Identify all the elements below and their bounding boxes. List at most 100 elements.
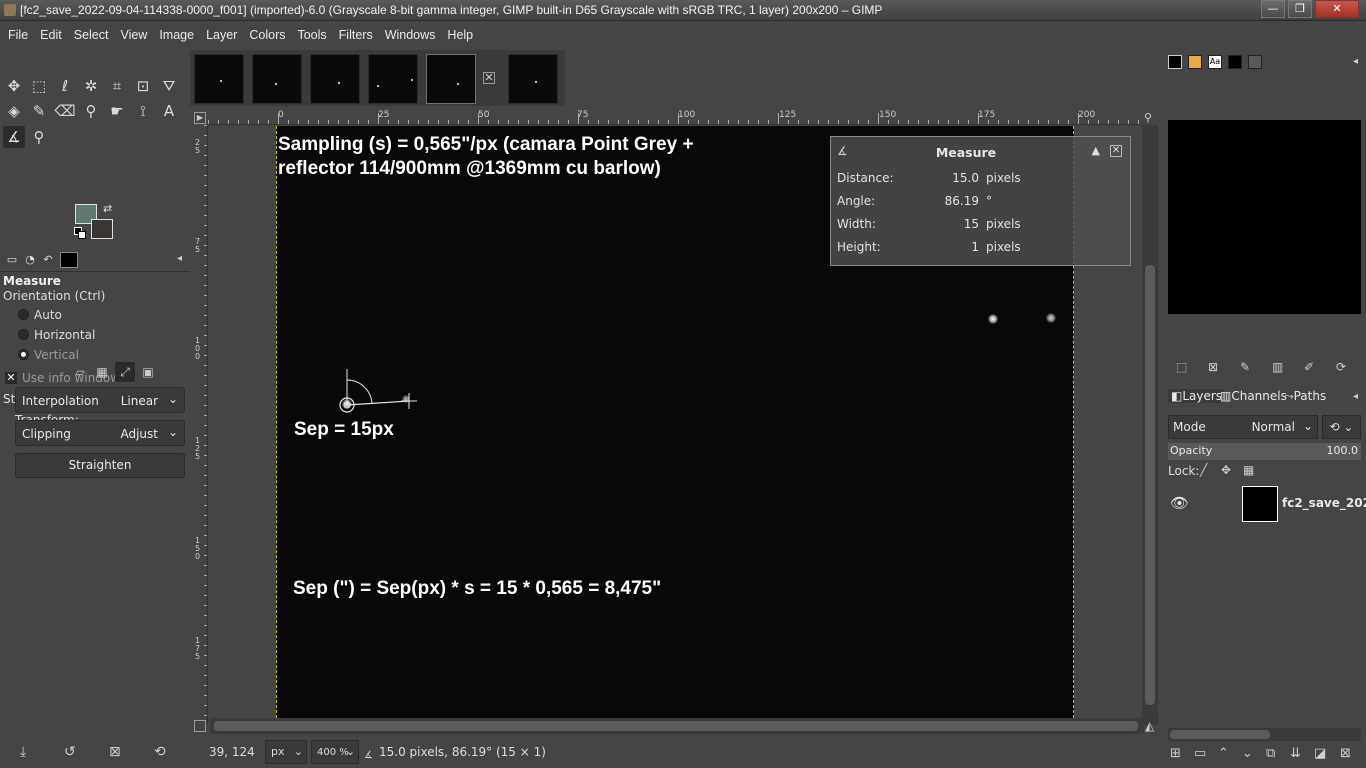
lock-pixels-icon[interactable]: ╱ bbox=[1200, 463, 1207, 477]
selection-icon[interactable]: ⬚ bbox=[1176, 360, 1187, 374]
fonts-tab-icon[interactable]: Aa bbox=[1208, 55, 1222, 69]
delete-layer-icon[interactable]: ⊠ bbox=[1340, 746, 1351, 761]
lock-position-icon[interactable]: ✥ bbox=[1221, 463, 1231, 477]
navigate-image-icon[interactable]: ◭ bbox=[1145, 719, 1154, 733]
patterns-tab-icon[interactable] bbox=[1188, 55, 1202, 69]
vertical-scrollbar[interactable] bbox=[1142, 125, 1158, 725]
new-layer-icon[interactable]: ⊞ bbox=[1170, 746, 1181, 761]
menu-filters[interactable]: Filters bbox=[333, 28, 379, 42]
orientation-auto-radio[interactable] bbox=[18, 309, 29, 320]
swap-colors-icon[interactable]: ⇄ bbox=[103, 202, 112, 215]
use-info-window-checkbox[interactable]: ✕ bbox=[5, 372, 17, 384]
layers-horizontal-scrollbar[interactable] bbox=[1168, 728, 1361, 741]
reset-colors-icon[interactable] bbox=[74, 227, 86, 239]
new-layer-group-icon[interactable]: ▭ bbox=[1194, 746, 1206, 761]
quick-mask-toggle-icon[interactable] bbox=[194, 720, 206, 732]
zoom-image-icon[interactable]: ⚲ bbox=[1144, 111, 1152, 124]
image-tab-thumbnail[interactable] bbox=[368, 54, 418, 104]
gradients-tab-icon[interactable] bbox=[1228, 55, 1242, 69]
vertical-scroll-thumb[interactable] bbox=[1145, 265, 1155, 705]
duplicate-layer-icon[interactable]: ⧉ bbox=[1266, 746, 1275, 761]
fuzzy-select-tool-icon[interactable]: ✲ bbox=[80, 75, 102, 97]
transform-path-icon[interactable]: ⤢ bbox=[115, 362, 135, 382]
clear-icon[interactable]: ⊠ bbox=[1208, 360, 1218, 374]
crop-tool-icon[interactable]: ⌗ bbox=[106, 75, 128, 97]
menu-image[interactable]: Image bbox=[153, 28, 200, 42]
quick-mask-icon[interactable]: ▶ bbox=[194, 112, 206, 124]
horizontal-scrollbar[interactable] bbox=[210, 718, 1144, 734]
menu-view[interactable]: View bbox=[114, 28, 153, 42]
opacity-slider[interactable]: Opacity 100.0 bbox=[1168, 443, 1361, 460]
paintbrush-tool-icon[interactable]: ✎ bbox=[28, 100, 50, 122]
zoom-select[interactable]: 400 % ⌄ bbox=[311, 740, 359, 764]
composite-mode-select[interactable]: ⟲ ⌄ bbox=[1322, 415, 1361, 439]
unit-select[interactable]: px ⌄ bbox=[265, 740, 307, 764]
lasso-tool-icon[interactable]: ℓ bbox=[54, 75, 76, 97]
rect-select-tool-icon[interactable]: ⬚ bbox=[28, 75, 50, 97]
menu-help[interactable]: Help bbox=[441, 28, 479, 42]
image-tab-thumbnail[interactable] bbox=[194, 54, 244, 104]
refresh-icon[interactable]: ⟳ bbox=[1336, 360, 1346, 374]
close-icon[interactable]: ✕ bbox=[1110, 145, 1122, 157]
palettes-tab-icon[interactable] bbox=[1248, 55, 1262, 69]
layer-mode-select[interactable]: Mode Normal ⌄ bbox=[1168, 415, 1318, 439]
lower-layer-icon[interactable]: ⌄ bbox=[1242, 746, 1253, 761]
maximize-button[interactable]: ❐ bbox=[1288, 0, 1312, 18]
smudge-tool-icon[interactable]: ☛ bbox=[106, 100, 128, 122]
zoom-tool-icon[interactable]: ⚲ bbox=[28, 126, 50, 148]
move-tool-icon[interactable]: ✥ bbox=[3, 75, 25, 97]
menu-edit[interactable]: Edit bbox=[34, 28, 68, 42]
interpolation-select[interactable]: Interpolation Linear ⌄ bbox=[15, 387, 185, 413]
restore-tool-preset-icon[interactable]: ↺ bbox=[64, 744, 76, 760]
close-tab-icon[interactable]: ✕ bbox=[483, 72, 495, 84]
menu-select[interactable]: Select bbox=[68, 28, 115, 42]
text-tool-icon[interactable]: A bbox=[158, 100, 180, 122]
menu-windows[interactable]: Windows bbox=[379, 28, 442, 42]
menu-file[interactable]: File bbox=[2, 28, 34, 42]
warp-tool-icon[interactable]: ⛛ bbox=[158, 75, 180, 97]
tab-channels[interactable]: ▥Channels bbox=[1220, 389, 1287, 403]
paths-tool-icon[interactable]: ⟟ bbox=[132, 100, 154, 122]
dock-menu-icon[interactable]: ◂ bbox=[1353, 391, 1358, 402]
lock-alpha-icon[interactable]: ▦ bbox=[1243, 463, 1254, 477]
image-tab-thumbnail[interactable] bbox=[310, 54, 360, 104]
layer-name[interactable]: fc2_save_202 bbox=[1282, 496, 1366, 510]
unified-transform-tool-icon[interactable]: ⊡ bbox=[132, 75, 154, 97]
layer-row[interactable]: 👁 fc2_save_202 bbox=[1162, 484, 1366, 524]
image-tab-thumbnail-active[interactable] bbox=[426, 54, 476, 104]
tab-layers[interactable]: ◧Layers bbox=[1168, 389, 1226, 403]
tool-options-tab-icon[interactable]: ▭ bbox=[3, 252, 21, 268]
minimize-button[interactable]: — bbox=[1261, 0, 1285, 18]
brushes-tab-icon[interactable] bbox=[1168, 55, 1182, 69]
layers-scroll-thumb[interactable] bbox=[1170, 730, 1270, 739]
image-tab-thumbnail[interactable] bbox=[252, 54, 302, 104]
delete-tool-preset-icon[interactable]: ⊠ bbox=[109, 744, 121, 760]
clone-tool-icon[interactable]: ⚲ bbox=[80, 100, 102, 122]
eraser-tool-icon[interactable]: ⌫ bbox=[54, 100, 76, 122]
tab-paths[interactable]: ⤳Paths bbox=[1284, 389, 1326, 404]
orientation-horizontal-radio[interactable] bbox=[18, 329, 29, 340]
horizontal-scroll-thumb[interactable] bbox=[214, 721, 1138, 731]
edit-icon[interactable]: ✎ bbox=[1240, 360, 1250, 374]
device-status-tab-icon[interactable]: ◔ bbox=[21, 252, 39, 268]
undo-history-tab-icon[interactable]: ↶ bbox=[39, 252, 57, 268]
mask-layer-icon[interactable]: ◪ bbox=[1314, 746, 1326, 761]
merge-layer-icon[interactable]: ⇊ bbox=[1290, 746, 1301, 761]
background-color-swatch[interactable] bbox=[91, 219, 113, 239]
eye-icon[interactable]: 👁 bbox=[1170, 494, 1189, 512]
close-button[interactable]: ✕ bbox=[1315, 0, 1359, 18]
dock-menu-icon[interactable]: ◂ bbox=[1353, 56, 1358, 67]
transform-image-icon[interactable]: ▣ bbox=[138, 362, 158, 382]
paint-icon[interactable]: ✐ bbox=[1304, 360, 1314, 374]
reset-tool-options-icon[interactable]: ⟲ bbox=[154, 744, 166, 760]
raise-layer-icon[interactable]: ⌃ bbox=[1218, 746, 1229, 761]
transform-layer-icon[interactable]: ▱ bbox=[70, 362, 90, 382]
transform-selection-icon[interactable]: ▦ bbox=[92, 362, 112, 382]
dock-menu-icon[interactable]: ◂ bbox=[177, 253, 182, 264]
save-tool-preset-icon[interactable]: ⤓ bbox=[20, 744, 26, 760]
straighten-button[interactable]: Straighten bbox=[15, 453, 185, 478]
clipping-select[interactable]: Clipping Adjust ⌄ bbox=[15, 420, 185, 446]
menu-layer[interactable]: Layer bbox=[200, 28, 243, 42]
bucket-fill-tool-icon[interactable]: ◈ bbox=[3, 100, 25, 122]
collapse-up-icon[interactable]: ▲ bbox=[1092, 144, 1100, 157]
